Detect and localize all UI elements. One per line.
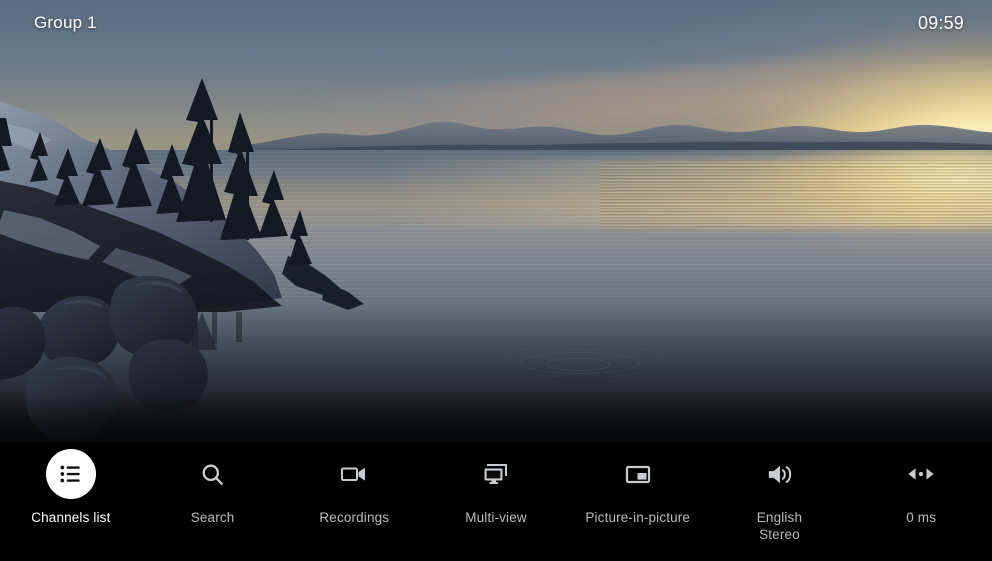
menu-item-audio-sync[interactable]: 0 ms bbox=[850, 449, 992, 526]
menu-label-picture-in-picture: Picture-in-picture bbox=[585, 510, 691, 525]
search-icon[interactable] bbox=[188, 449, 238, 499]
menu-item-channels-list[interactable]: Channels list bbox=[0, 449, 142, 526]
clock: 09:59 bbox=[917, 12, 964, 33]
menu-label-search: Search bbox=[190, 510, 235, 525]
menu-label-channels-list: Channels list bbox=[31, 510, 111, 525]
video-camera-icon[interactable] bbox=[329, 449, 379, 499]
menu-item-picture-in-picture[interactable]: Picture-in-picture bbox=[567, 449, 709, 526]
menu-item-multi-view[interactable]: Multi-view bbox=[425, 449, 567, 526]
player-menu-bar: Channels list Search Recordings Multi-vi… bbox=[0, 441, 992, 561]
audio-sync-icon[interactable] bbox=[896, 449, 946, 499]
volume-up-icon[interactable] bbox=[754, 449, 804, 499]
menu-item-recordings[interactable]: Recordings bbox=[283, 449, 425, 526]
water-ripples-warm bbox=[600, 160, 992, 230]
list-icon[interactable] bbox=[45, 449, 96, 499]
menu-label-recordings: Recordings bbox=[319, 510, 390, 525]
menu-label-audio-track: English bbox=[756, 510, 803, 525]
top-overlay-bar: Group 1 09:59 bbox=[0, 0, 992, 46]
menu-label-multi-view: Multi-view bbox=[465, 510, 527, 525]
menu-item-audio-track[interactable]: English Stereo bbox=[709, 449, 851, 543]
multi-screen-icon[interactable] bbox=[471, 449, 521, 499]
tv-player-screen: Group 1 09:59 Channels list Search Recor… bbox=[0, 0, 992, 561]
menu-item-search[interactable]: Search bbox=[142, 449, 284, 526]
picture-in-picture-icon[interactable] bbox=[613, 449, 663, 499]
menu-label-audio-channels: Stereo bbox=[759, 527, 800, 542]
channel-group-label: Group 1 bbox=[34, 13, 97, 32]
menu-label-audio-sync: 0 ms bbox=[906, 510, 937, 525]
